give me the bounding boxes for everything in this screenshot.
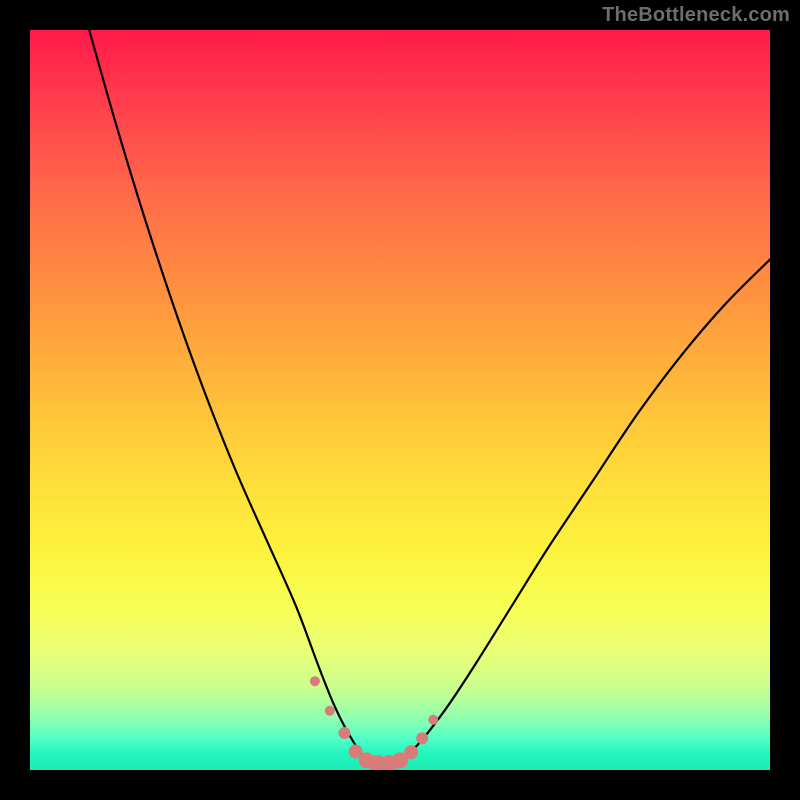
marker-point: [428, 715, 438, 725]
marker-point: [416, 732, 428, 744]
chart-frame: TheBottleneck.com: [0, 0, 800, 800]
watermark-text: TheBottleneck.com: [602, 4, 790, 27]
bottleneck-curve: [89, 30, 770, 764]
marker-point: [404, 745, 418, 759]
highlight-markers: [310, 676, 438, 770]
marker-point: [310, 676, 320, 686]
chart-svg: [30, 30, 770, 770]
plot-area: [30, 30, 770, 770]
marker-point: [325, 706, 335, 716]
marker-point: [339, 727, 351, 739]
